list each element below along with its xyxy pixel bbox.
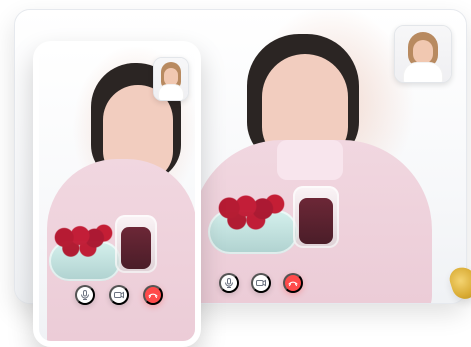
phone-hangup-icon: [287, 277, 299, 289]
pip-shirt: [158, 84, 184, 100]
desktop-mic-button[interactable]: [219, 273, 239, 293]
mobile-drink-fill: [121, 227, 151, 269]
mobile-self-view-pip[interactable]: [153, 57, 189, 101]
mobile-end-call-button[interactable]: [143, 285, 163, 305]
desktop-self-view-pip[interactable]: [394, 25, 452, 83]
mobile-mic-button[interactable]: [75, 285, 95, 305]
mobile-video-call-frame: [33, 41, 201, 347]
desktop-end-call-button[interactable]: [283, 273, 303, 293]
phone-hangup-icon: [147, 289, 159, 301]
microphone-icon: [79, 289, 91, 301]
mobile-strawberries: [51, 223, 117, 259]
pip-face: [413, 40, 433, 64]
mobile-camera-button[interactable]: [109, 285, 129, 305]
video-camera-icon: [113, 289, 125, 301]
desktop-subject-collar: [277, 140, 343, 180]
microphone-icon: [223, 277, 235, 289]
desktop-strawberries: [214, 192, 290, 232]
pip-shirt: [403, 62, 443, 82]
mobile-call-controls: [75, 285, 163, 305]
desktop-call-controls: [219, 273, 303, 293]
desktop-drink-fill: [299, 198, 333, 244]
desktop-camera-button[interactable]: [251, 273, 271, 293]
video-camera-icon: [255, 277, 267, 289]
